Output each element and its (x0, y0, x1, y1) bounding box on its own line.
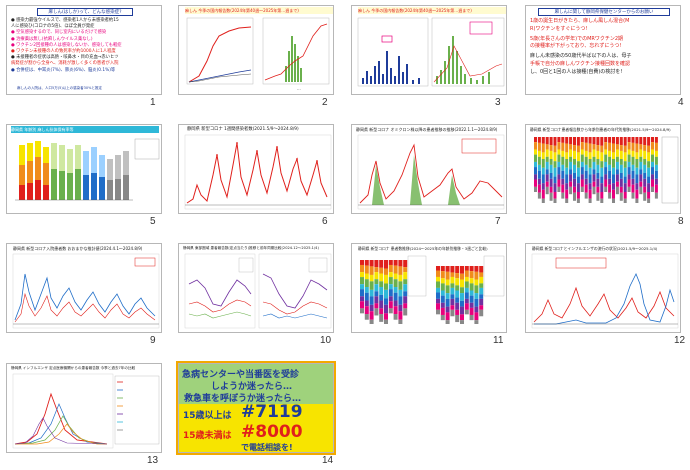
slide-thumbnail-12[interactable]: 静岡県 新型コロナとインフルエンザの流行の状況(2021.5/9〜2025.1/… (525, 243, 681, 333)
slide-thumbnail-6[interactable]: 静岡県 新型コロナ 1週間感染者数(2021.5/9〜2024.8/9) (178, 124, 334, 214)
slide-6-chart (184, 134, 332, 210)
slide-12-chart (531, 253, 679, 329)
slide-thumbnail-10[interactable]: 静岡県 東部圏域 患者報告数(定点当たり)推移と前年同期比較(2024.12〜2… (178, 243, 334, 333)
slide-number-11: 11 (493, 335, 504, 346)
slide-number-8: 8 (678, 216, 684, 227)
slide-2-chart: ... (186, 17, 330, 91)
slide-8-chart (534, 136, 679, 204)
slide-14-line-6: で電話相談を! (241, 443, 293, 452)
slide-4-line: 麻しん未感染の50歳代半ば以下の人は、母子 (530, 53, 632, 60)
slide-thumbnail-7[interactable]: 静岡県 新型コロナ オミクロン株以降の患者推移の推移(2022.1.1〜2024… (351, 124, 507, 214)
slide-number-3: 3 (495, 97, 501, 108)
slide-number-6: 6 (322, 216, 328, 227)
slide-4-body: 1歳の誕生日がきたら、麻しん風しん混合(M R)ワクチンをすぐにうつ! 5歳(年… (530, 18, 680, 77)
slide-number-12: 12 (674, 335, 686, 346)
slide-number-9: 9 (150, 335, 156, 346)
slide-1-title-box: 麻しん(はしか)って、どんな感染症? (37, 8, 133, 16)
slide-10-chart (184, 253, 332, 329)
slide-thumbnail-3[interactable]: 麻しん 今季の国内報告数(2024年第40週〜2025年第…週まで) (351, 5, 507, 95)
slide-thumbnail-4[interactable]: 麻しんに関して静岡県保健センターからのお願い 1歳の誕生日がきたら、麻しん風しん… (525, 5, 681, 95)
slide-3-chart (357, 17, 505, 87)
slide-4-line: R)ワクチンをすぐにうつ! (530, 25, 588, 32)
slide-4-line: 1歳の誕生日がきたら、麻しん風しん混合(M (530, 18, 630, 24)
slide-number-2: 2 (322, 97, 328, 108)
slide-number-10: 10 (320, 335, 332, 346)
slide-1-footer: 麻しんの入院は、人口5万(5)以上の感染者30%と推定 (17, 86, 102, 90)
slide-4-line: 手帳で自分の麻しんワクチン接種回数を確認 (530, 60, 631, 67)
slide-thumbnail-9[interactable]: 静岡県 新型コロナ入院患者数 おおまかな推計値(2024.4.1〜2024.8/… (6, 243, 162, 333)
slide-thumbnail-2[interactable]: 麻しん 今季の国内報告数(2024年第40週〜2025年第…週まで) ... (178, 5, 334, 95)
slide-1-body: ● 感染力最強ウイルスで、感染者1人から未感染者約15 人に感染ひ(コロナの5倍… (11, 18, 161, 74)
slide-7-chart (357, 134, 505, 210)
slide-thumbnail-8[interactable]: 静岡県 新型コロナ患者報告数から年齢別患者の年代別推移(2021.5/9〜202… (525, 124, 681, 214)
slide-number-5: 5 (150, 216, 156, 227)
slide-4-line: し、0回と1回の人は接種(自費)の検討を! (530, 68, 623, 75)
slide-thumbnail-11[interactable]: 静岡県 新型コロナ 患者数推移(2024〜2025年の年齢別推移・3週ごと比較) (351, 243, 507, 333)
slide-1-line: ● 合併症は、中耳炎(7%)、肺炎(6%)、脳炎(0.1%)等 (11, 67, 116, 73)
slide-13-chart (12, 373, 160, 449)
slide-4-line: の接種率が下がっており、忘れずにうつ! (530, 43, 622, 50)
slide-14-age-under-15-label: 15歳未満は (183, 431, 232, 441)
slide-9-chart (12, 253, 160, 329)
slide-number-4: 4 (678, 97, 684, 108)
slide-11-chart (360, 255, 505, 324)
slide-5-chart (15, 138, 160, 201)
slide-14-number-7119: #7119 (241, 402, 303, 422)
slide-14-number-8000: #8000 (241, 422, 303, 442)
slide-number-7: 7 (495, 216, 501, 227)
slide-thumbnail-5[interactable]: 静岡県 年齢別 麻しん抗体保有率等 (6, 124, 162, 214)
svg-text:...: ... (297, 86, 301, 91)
slide-number-13: 13 (147, 455, 159, 466)
slide-thumbnail-1[interactable]: 麻しん(はしか)って、どんな感染症? ● 感染力最強ウイルスで、感染者1人から未… (6, 5, 162, 95)
slide-number-1: 1 (150, 97, 156, 108)
slide-thumbnail-13[interactable]: 静岡県 インフルエンザ 定点医療機関からの患者報告数 今季と過去7年の比較 (6, 363, 162, 453)
slide-thumbnail-14[interactable]: 急病センターや当番医を受診 しようか迷ったら… 救急車を呼ぼうか迷ったら… 15… (176, 361, 336, 455)
slide-4-title-box: 麻しんに関して静岡県保健センターからのお願い (538, 8, 670, 16)
slide-number-14: 14 (322, 455, 334, 466)
slide-14-age-15-over-label: 15歳以上は (183, 411, 232, 421)
